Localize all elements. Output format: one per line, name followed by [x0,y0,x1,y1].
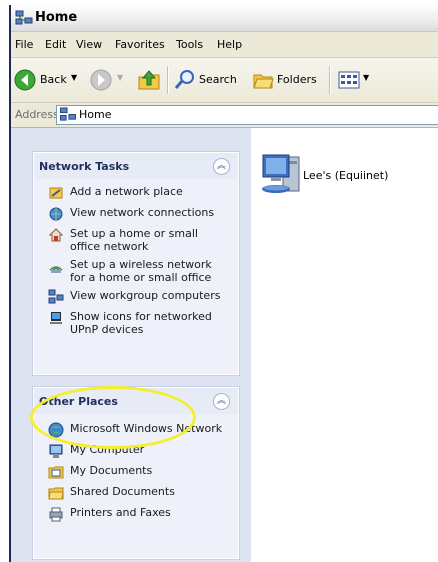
window-title: Home [35,10,78,25]
menu-bar: File Edit View Favorites Tools Help [11,32,438,58]
forward-button[interactable]: ▼ [89,68,129,92]
collapse-network-tasks-icon[interactable]: ︽ [213,158,230,175]
toolbar-separator [329,66,331,94]
content-area: Lee's (Equiinet) [251,128,438,562]
views-dropdown-icon[interactable]: ▼ [363,73,369,82]
search-label: Search [199,73,237,86]
task-view-network-connections[interactable]: View network connections [34,204,238,225]
folders-button[interactable]: Folders [251,68,325,92]
address-value: Home [79,108,112,121]
address-label: Address [15,108,59,121]
back-button[interactable]: Back ▼ [13,68,81,92]
task-add-network-place[interactable]: Add a network place [34,183,238,204]
network-tasks-header[interactable]: Network Tasks ︽ [34,153,238,179]
menu-view[interactable]: View [76,38,102,51]
folders-label: Folders [277,73,317,86]
upnp-icon [50,312,62,324]
menu-help[interactable]: Help [217,38,242,51]
menu-tools[interactable]: Tools [176,38,203,51]
shared-documents-icon [48,487,64,500]
task-view-workgroup-computers[interactable]: View workgroup computers [34,287,238,308]
back-arrow-icon [14,69,36,91]
menu-edit[interactable]: Edit [45,38,66,51]
folders-icon [253,74,274,89]
home-network-icon [15,10,33,29]
task-setup-home-network[interactable]: Set up a home or small office network [34,225,238,256]
folder-up-icon [138,70,160,90]
back-label: Back [40,73,67,86]
views-button[interactable]: ▼ [337,68,373,92]
search-icon [174,70,194,89]
task-setup-wireless-network[interactable]: Set up a wireless network for a home or … [34,256,238,287]
address-field[interactable]: Home [56,105,438,125]
home-network-setup-icon [48,228,64,242]
my-documents-icon [48,466,64,479]
network-tasks-panel: Network Tasks ︽ Add a network place View… [33,152,239,375]
views-icon [338,71,360,89]
network-connections-icon [49,207,63,221]
place-printers-and-faxes[interactable]: Printers and Faxes [34,504,238,525]
menu-file[interactable]: File [15,38,33,51]
explorer-window: Home File Edit View Favorites Tools Help… [9,5,438,562]
workgroup-icon [48,289,64,304]
menu-favorites[interactable]: Favorites [115,38,165,51]
my-computer-icon [49,444,63,458]
forward-dropdown-icon[interactable]: ▼ [117,73,123,82]
forward-arrow-icon [90,69,112,91]
back-dropdown-icon[interactable]: ▼ [71,73,77,82]
title-bar: Home [11,5,438,32]
task-pane: Network Tasks ︽ Add a network place View… [11,128,251,562]
up-button[interactable] [137,68,163,92]
highlight-annotation [30,386,196,449]
add-network-place-icon [49,187,63,199]
task-show-upnp-icons[interactable]: Show icons for networked UPnP devices [34,308,238,339]
address-bar: Address Home [11,103,438,128]
printers-faxes-icon [49,507,63,522]
network-tasks-title: Network Tasks [39,160,130,173]
place-shared-documents[interactable]: Shared Documents [34,483,238,504]
toolbar-separator [167,66,169,94]
toolbar: Back ▼ ▼ Search Folders ▼ [11,58,438,103]
home-network-icon [59,107,77,125]
place-my-documents[interactable]: My Documents [34,462,238,483]
wireless-setup-icon [49,266,63,273]
collapse-other-places-icon[interactable]: ︽ [213,393,230,410]
search-button[interactable]: Search [173,68,247,92]
network-computer-icon [262,154,300,193]
network-item-label: Lee's (Equiinet) [303,169,389,182]
